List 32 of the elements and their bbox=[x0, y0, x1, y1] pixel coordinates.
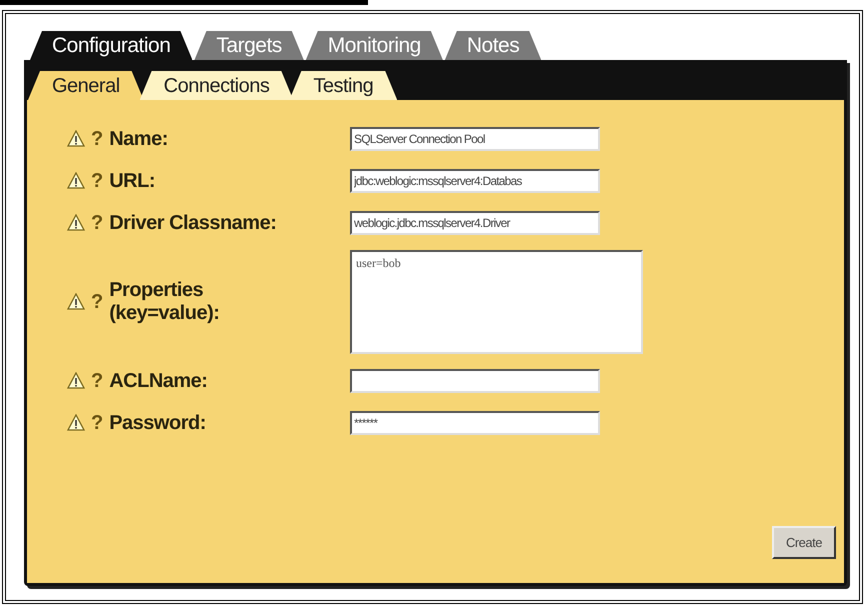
help-icon[interactable]: ? bbox=[91, 170, 104, 192]
warning-icon bbox=[67, 172, 85, 190]
subtab[interactable]: General bbox=[28, 71, 144, 100]
subtab[interactable]: Testing bbox=[289, 71, 398, 100]
text-field[interactable]: jdbc:weblogic:mssqlserver4:Databas bbox=[350, 169, 600, 193]
field-label: ACLName: bbox=[109, 370, 208, 392]
tab[interactable]: Configuration bbox=[30, 31, 192, 60]
help-icon[interactable]: ? bbox=[91, 290, 104, 314]
warning-icon bbox=[67, 414, 85, 432]
field-label: Password: bbox=[109, 412, 207, 434]
warning-icon bbox=[67, 214, 85, 232]
help-icon[interactable]: ? bbox=[91, 370, 104, 392]
warning-icon bbox=[67, 372, 85, 390]
help-icon[interactable]: ? bbox=[91, 212, 104, 234]
warning-icon bbox=[67, 130, 85, 148]
text-field[interactable]: ****** bbox=[350, 411, 600, 435]
text-field[interactable] bbox=[350, 369, 600, 393]
create-button[interactable]: Create bbox=[772, 526, 836, 559]
field-label: Driver Classname: bbox=[109, 212, 278, 234]
warning-icon bbox=[67, 293, 85, 311]
tab[interactable]: Targets bbox=[194, 31, 304, 60]
text-field[interactable]: weblogic.jdbc.mssqlserver4.Driver bbox=[350, 211, 600, 235]
field-label: URL: bbox=[109, 170, 156, 192]
help-icon[interactable]: ? bbox=[91, 412, 104, 434]
properties-field[interactable]: user=bob bbox=[350, 250, 643, 354]
text-field[interactable]: SQLServer Connection Pool bbox=[350, 127, 600, 151]
field-label: Properties (key=value): bbox=[109, 279, 220, 325]
tab[interactable]: Monitoring bbox=[306, 31, 443, 60]
subtab[interactable]: Connections bbox=[140, 71, 294, 100]
help-icon[interactable]: ? bbox=[91, 128, 104, 150]
tab[interactable]: Notes bbox=[444, 31, 542, 60]
field-label: Name: bbox=[109, 128, 169, 150]
